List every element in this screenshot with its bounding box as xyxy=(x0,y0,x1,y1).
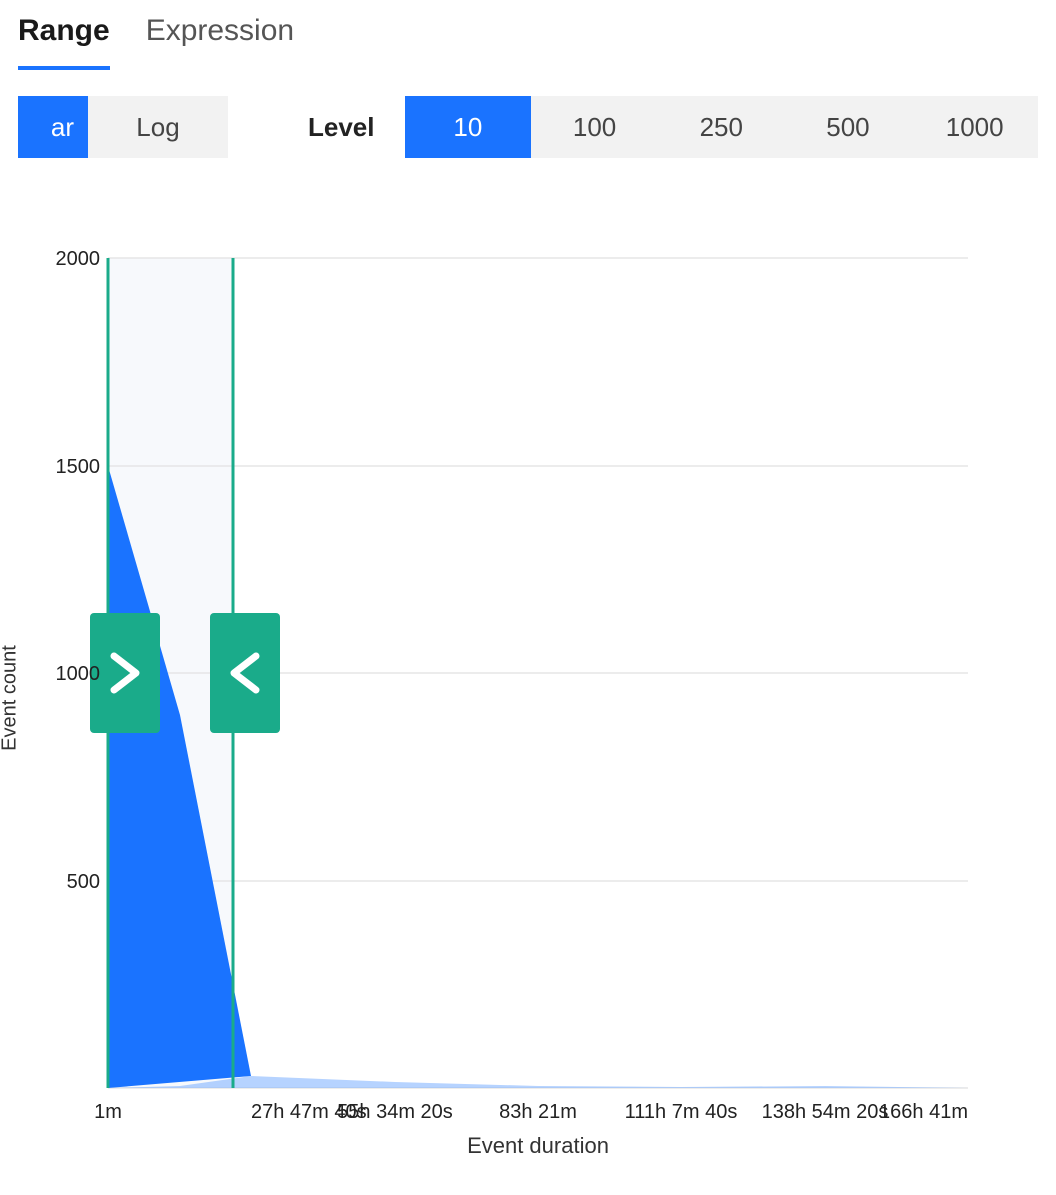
x-tick: 1m xyxy=(94,1101,122,1123)
histogram-chart: Event count xyxy=(0,218,1056,1178)
y-tick: 1000 xyxy=(56,663,101,685)
series-tail xyxy=(108,1076,968,1088)
level-10[interactable]: 10 xyxy=(405,96,532,158)
scale-segmented: ar Log xyxy=(18,96,228,158)
y-tick: 1500 xyxy=(56,456,101,478)
controls-row: ar Log Level 10 100 250 500 1000 xyxy=(0,70,1056,158)
y-tick: 2000 xyxy=(56,248,101,270)
x-axis-label: Event duration xyxy=(467,1133,609,1158)
x-tick: 166h 41m xyxy=(879,1101,968,1123)
x-tick: 111h 7m 40s xyxy=(625,1101,738,1123)
scale-log[interactable]: Log xyxy=(88,96,228,158)
level-500[interactable]: 500 xyxy=(785,96,912,158)
y-tick: 500 xyxy=(67,871,100,893)
x-tick: 138h 54m 20s xyxy=(762,1101,889,1123)
x-tick: 55h 34m 20s xyxy=(337,1101,453,1123)
tab-range[interactable]: Range xyxy=(18,8,110,70)
y-axis-label: Event count xyxy=(0,645,22,751)
level-segmented: 10 100 250 500 1000 xyxy=(405,96,1039,158)
brush-handle-right[interactable] xyxy=(210,613,280,733)
x-tick: 83h 21m xyxy=(499,1101,577,1123)
mode-tabs: Range Expression xyxy=(0,0,1056,70)
brush-handle-left[interactable] xyxy=(90,613,160,733)
scale-linear[interactable]: ar xyxy=(18,96,88,158)
plot-area[interactable] xyxy=(90,258,968,1088)
level-100[interactable]: 100 xyxy=(531,96,658,158)
level-label: Level xyxy=(308,112,375,143)
level-1000[interactable]: 1000 xyxy=(911,96,1038,158)
chart-svg: 2000 1500 1000 500 1m 27h 47m 40s 55h 34… xyxy=(18,218,1038,1178)
tab-expression[interactable]: Expression xyxy=(146,8,294,70)
level-250[interactable]: 250 xyxy=(658,96,785,158)
